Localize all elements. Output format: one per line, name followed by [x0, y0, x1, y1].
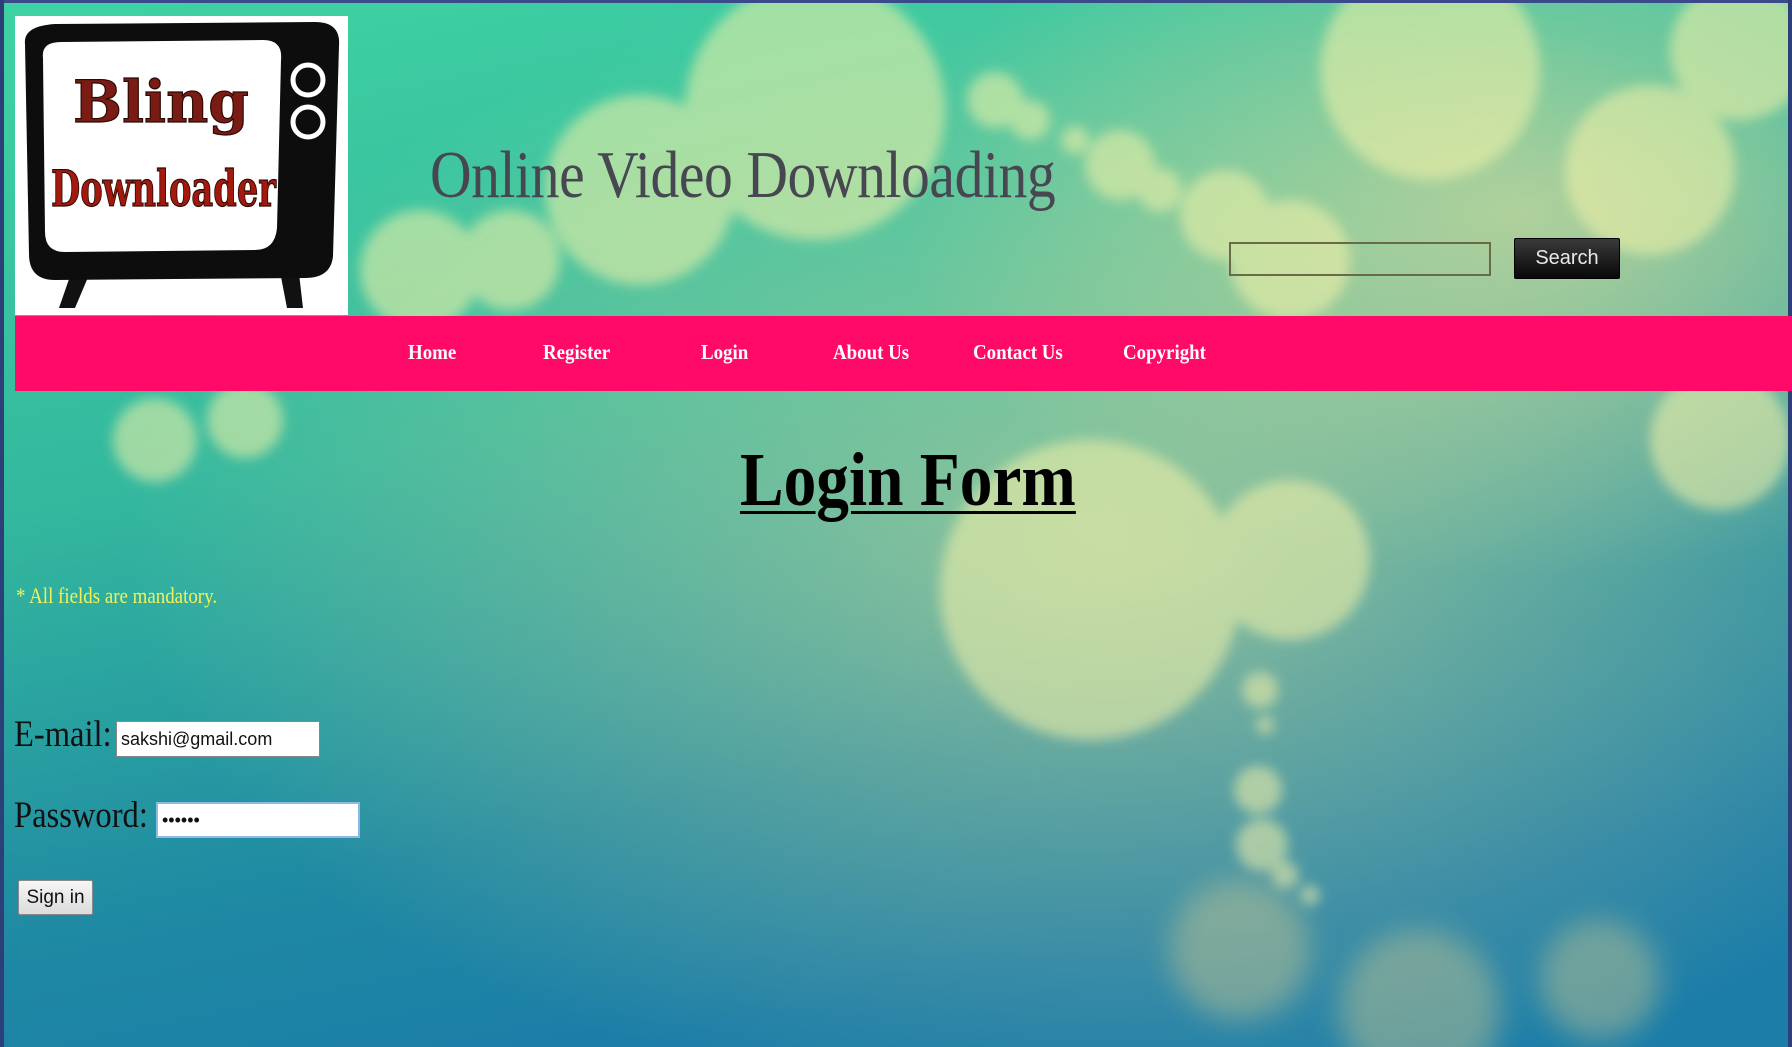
nav-item-register[interactable]: Register	[543, 340, 610, 365]
mandatory-note: * All fields are mandatory.	[16, 583, 218, 608]
nav-item-copyright[interactable]: Copyright	[1123, 340, 1206, 365]
nav-item-home[interactable]: Home	[408, 340, 456, 365]
nav-item-login[interactable]: Login	[701, 340, 748, 365]
logo[interactable]: Bling Downloader	[15, 16, 348, 315]
password-label: Password:	[14, 795, 148, 836]
sign-in-button[interactable]: Sign in	[18, 880, 93, 915]
logo-text-bling: Bling	[73, 68, 249, 136]
email-label: E-mail:	[14, 714, 112, 755]
tv-logo-icon: Bling Downloader	[24, 22, 340, 308]
page-title: Login Form	[740, 438, 1076, 522]
search-input[interactable]	[1229, 242, 1491, 276]
main-navigation: Home Register Login About Us Contact Us …	[15, 316, 1792, 391]
password-field[interactable]	[156, 802, 360, 838]
logo-text-downloader: Downloader	[51, 159, 276, 218]
email-field[interactable]	[116, 721, 320, 757]
search-button[interactable]: Search	[1514, 238, 1620, 279]
nav-item-contact-us[interactable]: Contact Us	[973, 340, 1063, 365]
page: Bling Downloader Online Video Downloadin…	[0, 0, 1792, 1047]
nav-item-about-us[interactable]: About Us	[833, 340, 909, 365]
site-title: Online Video Downloading	[430, 138, 1056, 212]
